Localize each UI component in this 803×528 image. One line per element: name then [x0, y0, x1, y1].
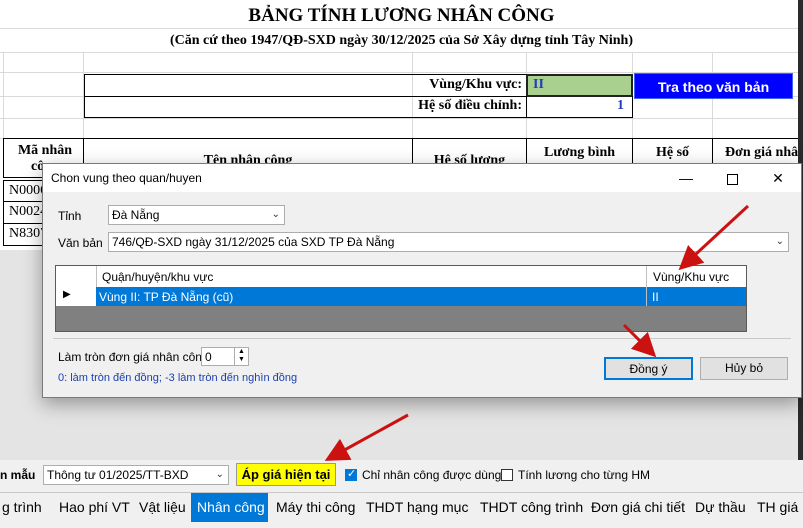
- arrow-to-ok-button: [622, 323, 657, 358]
- annotation-arrows: [324, 204, 750, 461]
- arrow-to-apply-button: [324, 413, 409, 461]
- arrow-to-region-column: [678, 204, 750, 271]
